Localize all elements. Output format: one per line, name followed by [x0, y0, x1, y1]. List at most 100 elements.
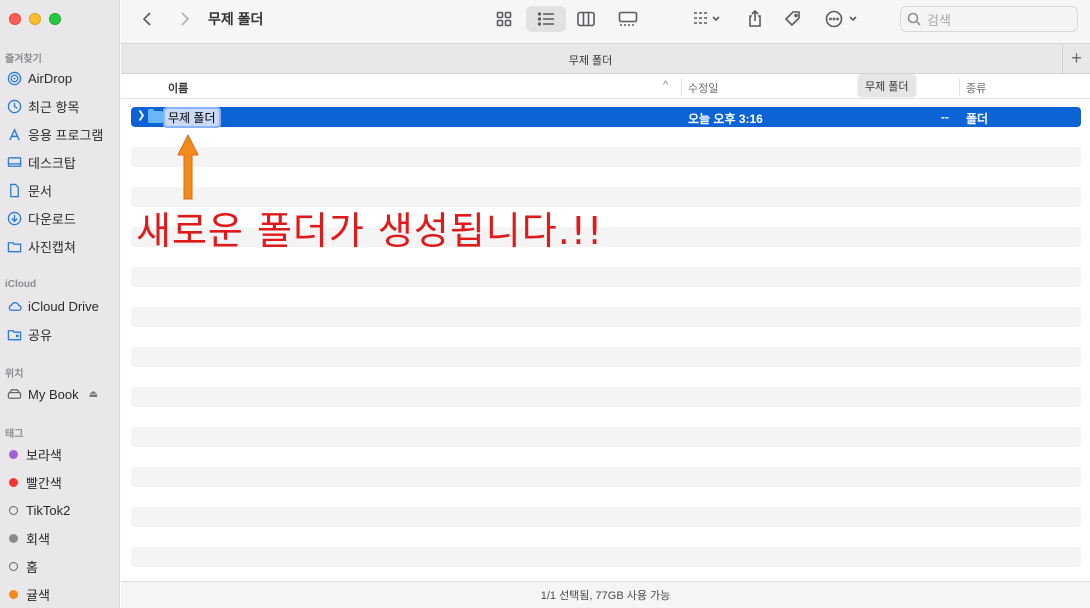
column-divider[interactable] [959, 78, 960, 95]
sidebar-item-label: 공유 [28, 327, 52, 343]
column-header: 이름 ^ 수정일 무제 폴더 종류 [121, 74, 1090, 99]
disclosure-triangle-icon[interactable]: ❯ [137, 110, 145, 121]
sidebar-item-documents[interactable]: 문서 [6, 179, 116, 201]
grid-icon [496, 11, 512, 27]
window-title: 무제 폴더 [208, 11, 264, 27]
sidebar-item-label: 빨간색 [26, 475, 62, 491]
empty-row [131, 267, 1081, 287]
forward-button[interactable] [171, 6, 197, 32]
tag-color-dot [9, 477, 18, 487]
column-kind[interactable]: 종류 [966, 80, 986, 96]
column-size-tooltip: 무제 폴더 [858, 74, 916, 96]
sidebar-item-airdrop[interactable]: AirDrop [6, 67, 116, 89]
status-text: 1/1 선택됨, 77GB 사용 가능 [540, 590, 671, 602]
sidebar-item-label: My Book [28, 386, 79, 402]
desktop-icon [6, 154, 22, 170]
sidebar-item-label: iCloud Drive [28, 298, 99, 314]
tag-color-dot [9, 505, 18, 515]
tag-icon [784, 11, 800, 27]
icon-view-button[interactable] [489, 6, 519, 32]
sidebar-section-locations: 위치 [5, 369, 24, 380]
sidebar-item-label: 사진캡쳐 [28, 239, 76, 255]
empty-row [131, 507, 1081, 527]
tag-color-dot [9, 449, 18, 459]
file-date: 오늘 오후 3:16 [688, 112, 763, 126]
tag-color-dot [9, 561, 18, 571]
applications-icon [6, 126, 22, 142]
sidebar-tag-red[interactable]: 빨간색 [6, 471, 116, 493]
folder-icon [148, 109, 163, 123]
empty-row [131, 387, 1081, 407]
column-view-button[interactable] [571, 6, 601, 32]
zoom-window-button[interactable] [49, 13, 61, 25]
file-list: ❯ 무제 폴더 오늘 오후 3:16 -- 폴더 [131, 107, 1081, 567]
sidebar-item-label: 응용 프로그램 [28, 127, 104, 143]
list-icon [537, 12, 554, 26]
sidebar-section-tags: 태그 [5, 429, 24, 440]
share-icon [749, 10, 761, 27]
sidebar-item-applications[interactable]: 응용 프로그램 [6, 123, 116, 145]
folder-icon [6, 238, 22, 254]
sidebar-item-screenshots[interactable]: 사진캡쳐 [6, 235, 116, 257]
tags-button[interactable] [779, 6, 807, 32]
column-name[interactable]: 이름 [168, 80, 188, 96]
sidebar-item-label: AirDrop [28, 70, 73, 86]
sidebar-tag-orange[interactable]: 귤색 [6, 583, 116, 605]
close-window-button[interactable] [9, 13, 21, 25]
share-button[interactable] [742, 6, 768, 32]
gallery-icon [618, 11, 638, 26]
column-modified[interactable]: 수정일 [688, 80, 718, 96]
sidebar-item-icloud-drive[interactable]: iCloud Drive [6, 295, 116, 317]
sidebar-item-recents[interactable]: 최근 항목 [6, 95, 116, 117]
sidebar-item-label: 데스크탑 [28, 155, 76, 171]
sidebar-tag-gray[interactable]: 회색 [6, 527, 116, 549]
file-size: -- [941, 110, 949, 124]
eject-icon[interactable]: ⏏ [89, 389, 98, 400]
sidebar-item-my-book[interactable]: My Book ⏏ [6, 383, 116, 405]
sidebar-item-desktop[interactable]: 데스크탑 [6, 151, 116, 173]
empty-row [131, 547, 1081, 567]
sort-ascending-icon[interactable]: ^ [663, 79, 668, 91]
columns-icon [577, 11, 595, 27]
toolbar: 무제 폴더 검색 [121, 0, 1090, 43]
sidebar: 즐겨찾기 AirDrop 최근 항목 응용 프로그램 데스크탑 문서 다운로드 … [0, 0, 120, 608]
clock-icon [6, 98, 22, 114]
chevron-right-icon [181, 12, 190, 26]
sidebar-item-label: TikTok2 [26, 502, 71, 518]
status-bar: 1/1 선택됨, 77GB 사용 가능 [121, 581, 1090, 608]
sidebar-section-favorites: 즐겨찾기 [5, 54, 42, 65]
new-tab-button[interactable]: + [1062, 44, 1090, 73]
sidebar-item-label: 회색 [26, 531, 50, 547]
minimize-window-button[interactable] [29, 13, 41, 25]
back-button[interactable] [135, 6, 161, 32]
download-icon [6, 210, 22, 226]
sidebar-tag-tiktok2[interactable]: TikTok2 [6, 499, 116, 521]
drive-icon [6, 386, 22, 402]
column-divider[interactable] [681, 78, 682, 95]
empty-row [131, 427, 1081, 447]
list-view-button[interactable] [526, 6, 566, 32]
sidebar-section-icloud: iCloud [5, 279, 37, 290]
annotation-arrow-icon [177, 133, 199, 200]
sidebar-tag-home[interactable]: 홈 [6, 555, 116, 577]
tab-current-folder[interactable]: 무제 폴더 [121, 52, 1060, 68]
more-actions-button[interactable] [822, 6, 862, 32]
sidebar-tag-purple[interactable]: 보라색 [6, 443, 116, 465]
file-kind: 폴더 [966, 112, 989, 126]
table-row[interactable]: ❯ 무제 폴더 오늘 오후 3:16 -- 폴더 [131, 107, 1081, 128]
airdrop-icon [6, 70, 22, 86]
document-icon [6, 182, 22, 198]
search-field[interactable]: 검색 [900, 6, 1078, 32]
sidebar-item-label: 보라색 [26, 447, 62, 463]
cloud-icon [6, 298, 22, 314]
group-by-button[interactable] [687, 6, 727, 32]
sidebar-item-label: 다운로드 [28, 211, 76, 227]
annotation-text: 새로운 폴더가 생성됩니다.!! [136, 209, 604, 253]
gallery-view-button[interactable] [613, 6, 643, 32]
empty-row [131, 147, 1081, 167]
sidebar-item-shared[interactable]: 공유 [6, 323, 116, 345]
file-name-editing[interactable]: 무제 폴더 [163, 107, 221, 128]
sidebar-item-downloads[interactable]: 다운로드 [6, 207, 116, 229]
empty-row [131, 307, 1081, 327]
search-icon [907, 12, 921, 26]
